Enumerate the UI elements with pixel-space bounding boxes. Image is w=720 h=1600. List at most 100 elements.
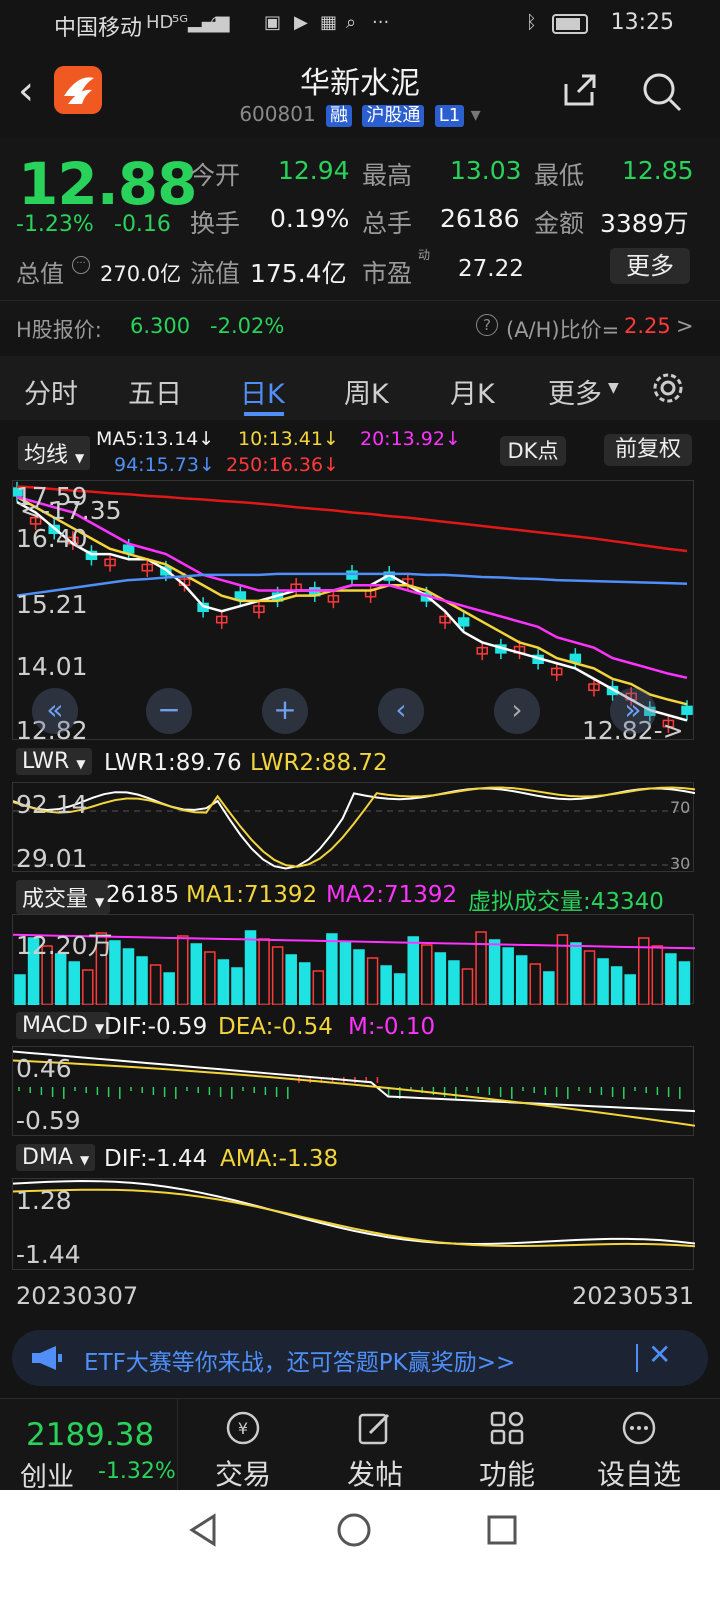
volume-label: 总手 (362, 209, 413, 238)
dk-point-button[interactable]: DK点 (500, 436, 566, 466)
promo-banner[interactable]: ETF大赛等你来战，还可答题PK赢奖励>> ✕ (12, 1330, 708, 1386)
volume-bar (461, 968, 474, 1006)
pe-sup: 动 (418, 248, 431, 262)
ma5-value: MA5:13.14↓ (96, 428, 215, 450)
price-adjust-button[interactable]: 前复权 (604, 434, 692, 466)
current-price: 12.88 (18, 150, 197, 218)
volume-bar (258, 938, 270, 1006)
candle-body (681, 705, 693, 715)
stock-code: 600801 (239, 102, 316, 126)
zoom-out-icon[interactable]: − (146, 688, 192, 734)
hd-icon: HD (146, 12, 174, 33)
macd-y-top: 0.46 (16, 1054, 72, 1083)
index-ticker[interactable]: 2189.38 创业 -1.32% (0, 1399, 178, 1493)
tab-intraday[interactable]: 分时 (24, 372, 78, 411)
clock: 13:25 (610, 10, 674, 35)
megaphone-icon (32, 1346, 62, 1370)
volume-bar (353, 949, 365, 1006)
info-icon[interactable]: ··· (72, 256, 90, 274)
app-icon-1: ▣ (264, 12, 282, 33)
more-button[interactable]: 更多 (610, 248, 690, 284)
volume-bar (583, 950, 596, 1006)
lwr1-value: LWR1:89.76 (104, 750, 242, 776)
post-label: 发帖 (346, 1458, 403, 1491)
nav-recents-icon[interactable] (486, 1514, 518, 1546)
banner-divider (636, 1344, 638, 1372)
ma20-value: 20:13.92↓ (360, 428, 461, 450)
open-label: 今开 (190, 161, 241, 190)
high-label: 最高 (362, 161, 413, 190)
series-line-ma10 (16, 495, 688, 706)
change-pct: -1.23% (16, 212, 94, 237)
lwr-chart-frame[interactable] (12, 782, 696, 872)
volume-bar (488, 939, 501, 1006)
lwr-button[interactable]: LWR ▼ (16, 748, 92, 775)
lwr-ref-bottom: 30 (670, 854, 691, 873)
tab-daily-k[interactable]: 日K (240, 372, 285, 411)
search-icon[interactable] (640, 70, 684, 114)
volume-bar (502, 947, 514, 1006)
divider (0, 300, 720, 301)
help-icon[interactable]: ? (476, 314, 498, 336)
start-date: 20230307 (16, 1282, 139, 1310)
volume-bar (610, 966, 623, 1006)
volume-bar (68, 961, 80, 1006)
ah-ratio-label[interactable]: (A/H)比价= (506, 314, 619, 344)
watchlist-label: 设自选 (596, 1458, 681, 1491)
macd-chart (12, 1050, 696, 1127)
volume-bar (597, 958, 609, 1006)
more-icon: ··· (372, 12, 390, 33)
volume-bar (149, 964, 162, 1006)
total-value: 270.0亿 (100, 262, 182, 286)
tab-more[interactable]: 更多 (548, 372, 602, 411)
scroll-right-icon[interactable]: › (494, 688, 540, 734)
macd-chart-frame[interactable] (12, 1046, 696, 1136)
volume-bar (136, 956, 148, 1006)
tab-weekly-k[interactable]: 周K (344, 372, 389, 411)
status-bar: 中国移动 HD ⁵ᴳ▂▄▆ ◔ ▣ ▶ ▦ ⌕ ··· ᛒ 13:25 (0, 0, 720, 50)
zoom-in-icon[interactable]: + (262, 688, 308, 734)
volume-bar (326, 933, 338, 1006)
volume-bar (176, 935, 189, 1006)
ma10-value: 10:13.41↓ (238, 428, 339, 450)
volume-chart-frame[interactable] (12, 914, 696, 1006)
macd-dea: DEA:-0.54 (218, 1014, 333, 1040)
ah-ratio-arrow[interactable]: > (676, 314, 694, 338)
volume-current: 26185 (106, 882, 180, 908)
volume-bar (515, 955, 528, 1006)
tab-monthly-k[interactable]: 月K (450, 372, 495, 411)
chevron-down-icon[interactable]: ▾ (471, 102, 481, 126)
volume-bar (285, 954, 297, 1006)
dma-chart-frame[interactable] (12, 1178, 696, 1270)
settings-gear-icon[interactable] (650, 370, 686, 406)
dma-button[interactable]: DMA ▼ (16, 1144, 96, 1171)
high-value: 13.03 (450, 156, 522, 185)
total-value-label: 总值 (16, 260, 64, 288)
close-icon[interactable]: ✕ (648, 1338, 671, 1371)
volume-button[interactable]: 成交量 ▼ (16, 880, 111, 914)
volume-ma2: MA2:71392 (326, 882, 458, 908)
tab-five-day[interactable]: 五日 (128, 372, 182, 411)
macd-dif: DIF:-0.59 (104, 1014, 208, 1040)
volume-ma1: MA1:71392 (186, 882, 318, 908)
volume-chart (12, 930, 696, 1006)
app-icon-3: ▦ (320, 12, 338, 33)
nav-home-icon[interactable] (336, 1512, 372, 1548)
nav-back-icon[interactable] (186, 1512, 220, 1548)
stock-code-row: 600801 融 沪股通 L1 ▾ (0, 102, 720, 127)
volume-y-top: 12.20万 (16, 931, 113, 960)
ma-button[interactable]: 均线 ▼ (18, 436, 91, 470)
volume-bar (570, 942, 582, 1006)
lwr-y-top: 92.14 (16, 790, 88, 819)
trade-label: 交易 (214, 1458, 271, 1491)
volume-bar (244, 930, 257, 1006)
scroll-far-right-icon[interactable]: » (610, 688, 656, 734)
volume-bar (421, 944, 433, 1006)
scroll-far-left-icon[interactable]: « (32, 688, 78, 734)
volume-bar (380, 965, 392, 1006)
scroll-left-icon[interactable]: ‹ (378, 688, 424, 734)
ah-ratio-value[interactable]: 2.25 (624, 314, 671, 338)
share-icon[interactable] (560, 70, 600, 110)
grid-icon (490, 1411, 524, 1445)
macd-button[interactable]: MACD ▼ (16, 1012, 111, 1039)
